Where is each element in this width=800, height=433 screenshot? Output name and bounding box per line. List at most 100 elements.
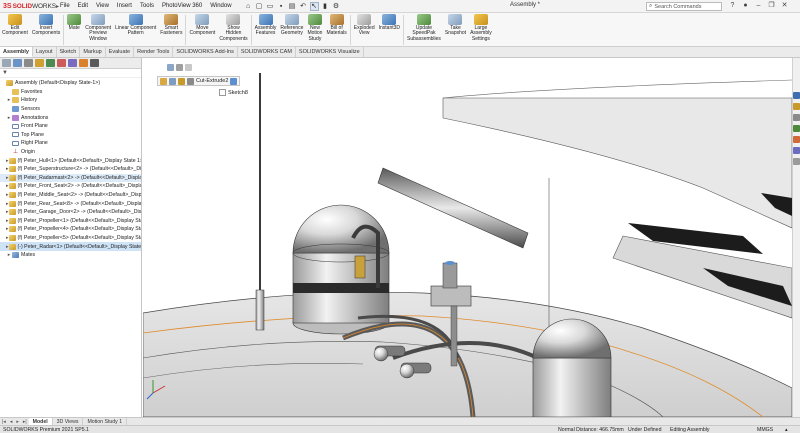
tree-item[interactable]: ▸ (f) Peter_Garage_Door<2> -> (Default<<D… <box>0 208 141 217</box>
tree-item[interactable]: ▸ Annotations <box>0 113 141 122</box>
display-style-icon[interactable] <box>185 64 192 71</box>
ribbon-component-preview-button[interactable]: Component Preview Window <box>83 13 113 42</box>
tree-item[interactable]: Assembly (Default<Display State-1>) <box>0 79 141 88</box>
feature-tree-tab-icon[interactable] <box>13 59 22 67</box>
funnel-icon[interactable]: ▼ <box>2 70 8 76</box>
tree-item[interactable]: ▸ (f) Peter_Superstructure<2> -> (Default… <box>0 165 141 174</box>
ribbon-reference-geometry-button[interactable]: Reference Geometry <box>278 13 305 37</box>
custom-properties-icon[interactable] <box>793 147 800 154</box>
ribbon-linear-pattern-button[interactable]: Linear Component Pattern <box>113 13 158 37</box>
tree-item[interactable]: ▸ (f) Peter_Rear_Seat<8> -> (Default<<Def… <box>0 199 141 208</box>
help-icon[interactable]: ? <box>728 1 737 11</box>
menu-photoview[interactable]: PhotoView 360 <box>158 3 206 9</box>
ribbon-assembly-features-button[interactable]: Assembly Features <box>253 13 279 37</box>
more-tabs-icon[interactable] <box>90 59 99 67</box>
rebuild-icon[interactable]: ▮ <box>321 2 330 11</box>
ribbon-edit-component-button[interactable]: Edit Component <box>0 13 30 37</box>
zoom-icon[interactable] <box>167 64 174 71</box>
solidworks-logo[interactable]: 3S SOLIDWORKS ▸ <box>0 3 59 10</box>
close-icon[interactable]: ✕ <box>780 1 789 11</box>
menu-view[interactable]: View <box>92 3 113 9</box>
tab-evaluate[interactable]: Evaluate <box>106 47 135 57</box>
tab-layout[interactable]: Layout <box>33 47 57 57</box>
file-explorer-icon[interactable] <box>793 114 800 121</box>
home-icon[interactable]: ⌂ <box>244 2 253 11</box>
dimxpert-tab-icon[interactable] <box>46 59 55 67</box>
forum-icon[interactable] <box>793 158 800 165</box>
view-palette-icon[interactable] <box>793 125 800 132</box>
ribbon-mate-button[interactable]: Mate <box>65 13 83 31</box>
feature-breadcrumb[interactable]: Cut-Extrude2 <box>157 76 241 86</box>
menu-tools[interactable]: Tools <box>136 3 158 9</box>
tree-item[interactable]: ▸ Mates <box>0 251 141 260</box>
options-icon[interactable]: ⚙ <box>332 2 341 11</box>
ribbon-bom-button[interactable]: Bill of Materials <box>324 13 348 37</box>
ribbon-smart-fasteners-button[interactable]: Smart Fasteners <box>158 13 184 37</box>
tree-item[interactable]: ▸ (f) Peter_Radarmast<2> -> (Default<<Def… <box>0 173 141 183</box>
search-commands-input[interactable]: ⌕ Search Commands <box>646 2 722 11</box>
cam-tab-icon[interactable] <box>68 59 77 67</box>
print-icon[interactable]: ▤ <box>288 2 297 11</box>
tab-assembly[interactable]: Assembly <box>0 47 33 57</box>
display-manager-tab-icon[interactable] <box>57 59 66 67</box>
ribbon-insert-components-button[interactable]: Insert Components <box>30 13 62 37</box>
save-icon[interactable]: ▪ <box>277 2 286 11</box>
ribbon-motion-study-button[interactable]: New Motion Study <box>305 13 324 42</box>
minimize-icon[interactable]: – <box>754 1 763 11</box>
appearance-tab-icon[interactable] <box>79 59 88 67</box>
configuration-manager-tab-icon[interactable] <box>35 59 44 67</box>
select-icon[interactable]: ↖ <box>309 1 319 11</box>
tree-item[interactable]: ▸ (f) Peter_Propeller<1> (Default<<Defaul… <box>0 217 141 226</box>
tree-item[interactable]: Top Plane <box>0 131 141 140</box>
tree-item[interactable]: ▸ History <box>0 96 141 105</box>
status-expand-icon[interactable]: ▴ <box>785 427 788 433</box>
last-tab-icon[interactable]: ▸| <box>21 419 29 425</box>
property-manager-tab-icon[interactable] <box>24 59 33 67</box>
design-library-icon[interactable] <box>793 103 800 110</box>
first-tab-icon[interactable]: |◂ <box>0 419 8 425</box>
new-document-icon[interactable]: ▢ <box>255 2 264 11</box>
user-icon[interactable]: ● <box>741 1 750 11</box>
unit-system[interactable]: MMGS <box>757 427 773 433</box>
tab-markup[interactable]: Markup <box>80 47 106 57</box>
tree-item[interactable]: Sensors <box>0 105 141 114</box>
tree-item[interactable]: Right Plane <box>0 139 141 148</box>
sketch-breadcrumb[interactable]: Sketch8 <box>219 89 248 96</box>
tree-item[interactable]: ▸ (f) Peter_Front_Seat<2> -> (Default<<De… <box>0 182 141 191</box>
tree-item[interactable]: ▸ (-) Peter_Radar<1> (Default<<Default>_D… <box>0 242 141 251</box>
tree-item[interactable]: ▸ (f) Peter_Middle_Seat<2> -> (Default<<D… <box>0 191 141 200</box>
tree-item[interactable]: ▸ (f) Peter_Propeller<5> (Default<<Defaul… <box>0 234 141 243</box>
ribbon-snapshot-button[interactable]: Take Snapshot <box>443 13 468 37</box>
menu-edit[interactable]: Edit <box>74 3 92 9</box>
tree-item[interactable]: ⊥ Origin <box>0 148 141 157</box>
resources-icon[interactable] <box>793 92 800 99</box>
tree-item[interactable]: Front Plane <box>0 122 141 131</box>
part-icon <box>8 234 16 241</box>
tab-solidworks-visualize[interactable]: SOLIDWORKS Visualize <box>296 47 364 57</box>
tab-render-tools[interactable]: Render Tools <box>134 47 174 57</box>
menu-file[interactable]: File <box>56 3 74 9</box>
menu-window[interactable]: Window <box>206 3 235 9</box>
appearances-icon[interactable] <box>793 136 800 143</box>
view-orientation-icon[interactable] <box>176 64 183 71</box>
tree-item[interactable]: ▸ (f) Peter_Hull<1> (Default<<Default>_Di… <box>0 156 141 165</box>
filter-icon[interactable] <box>2 59 11 67</box>
menu-insert[interactable]: Insert <box>113 3 136 9</box>
ribbon-move-component-button[interactable]: Move Component <box>187 13 217 37</box>
sketch-checkbox[interactable] <box>219 89 226 96</box>
graphics-area[interactable]: Cut-Extrude2 Sketch8 <box>143 58 792 417</box>
plane-icon <box>12 123 19 129</box>
tab-sketch[interactable]: Sketch <box>57 47 81 57</box>
tab-solidworks-cam[interactable]: SOLIDWORKS CAM <box>238 47 296 57</box>
ribbon-speedpak-button[interactable]: Update SpeedPak Subassemblies <box>405 13 443 42</box>
tree-item[interactable]: Favorites <box>0 88 141 97</box>
ribbon-large-assembly-button[interactable]: Large Assembly Settings <box>468 13 494 42</box>
tab-solidworks-add-ins[interactable]: SOLIDWORKS Add-Ins <box>173 47 238 57</box>
ribbon-show-hidden-button[interactable]: Show Hidden Components <box>217 13 249 42</box>
ribbon-exploded-view-button[interactable]: Exploded View <box>352 13 377 37</box>
open-icon[interactable]: ▭ <box>266 2 275 11</box>
restore-icon[interactable]: ❐ <box>767 1 776 11</box>
undo-icon[interactable]: ↶ <box>299 2 308 11</box>
tree-item[interactable]: ▸ (f) Peter_Propeller<4> (Default<<Defaul… <box>0 225 141 234</box>
ribbon-instant3d-button[interactable]: Instant3D <box>377 13 402 31</box>
